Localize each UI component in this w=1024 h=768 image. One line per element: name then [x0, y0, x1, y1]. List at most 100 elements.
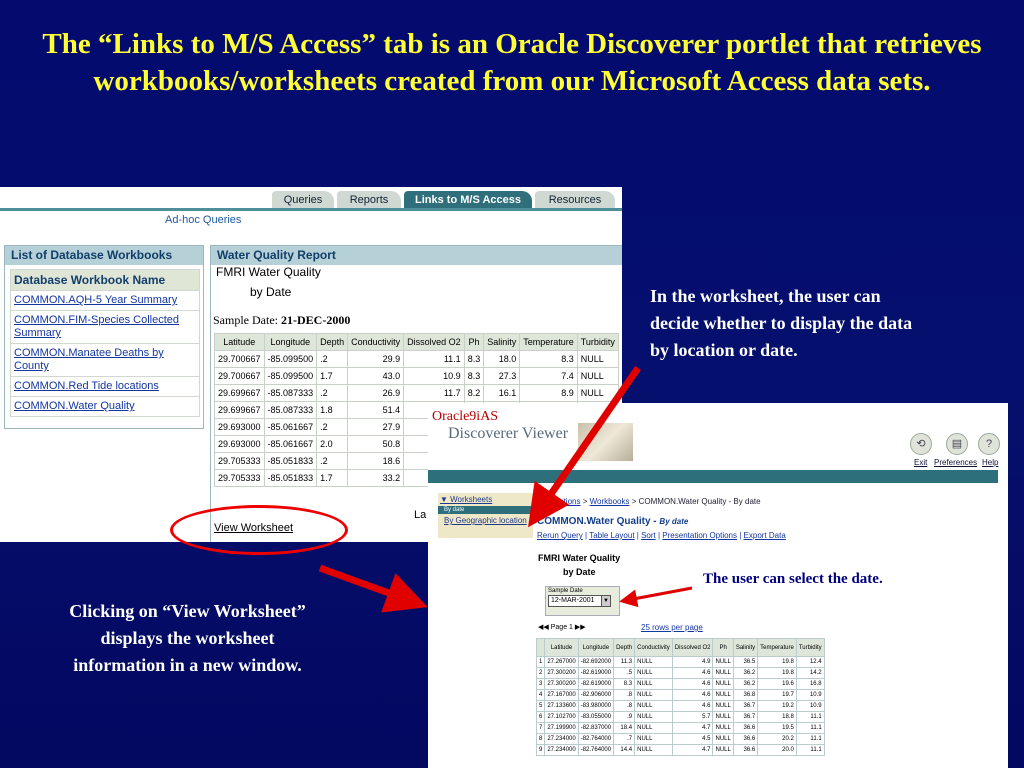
table-cell: NULL [576, 384, 619, 402]
workbook-link-manatee[interactable]: COMMON.Manatee Deaths by County [10, 343, 200, 377]
table-cell: 10.9 [795, 689, 825, 701]
table-cell: 36.6 [732, 722, 759, 734]
workbook-link-aqh[interactable]: COMMON.AQH-5 Year Summary [10, 290, 200, 311]
table-cell: 7 [535, 722, 546, 734]
column-header[interactable]: Latitude [544, 638, 579, 657]
table-cell: -85.061667 [263, 435, 318, 453]
table-cell: 36.6 [732, 744, 759, 756]
column-header[interactable]: Salinity [732, 638, 759, 657]
table-cell: NULL [634, 744, 673, 756]
table-cell: 33.2 [347, 469, 405, 487]
table-cell: .7 [613, 733, 636, 745]
table-cell: 51.4 [347, 401, 405, 419]
column-header[interactable]: Longitude [577, 638, 615, 657]
next-page-icon[interactable]: ▶▶ [575, 624, 586, 631]
table-cell: NULL [576, 350, 619, 368]
pager: ◀◀ Page 1 ▶▶ [538, 623, 586, 631]
table-cell: 16.8 [795, 678, 825, 690]
viewer-report-title: FMRI Water Quality [538, 553, 621, 563]
table-cell: 27.9 [347, 418, 405, 436]
arrow-to-new-window [318, 564, 428, 613]
column-header: Ph [463, 333, 485, 351]
portal-tab-bar: Queries Reports Links to M/S Access Reso… [0, 187, 622, 211]
exit-link[interactable]: Exit [914, 458, 927, 467]
column-header[interactable]: Conductivity [634, 638, 673, 657]
table-row: 6 27.102700 -83.055000.9 NULL 5.7 NULL 36.7 18.… [535, 711, 825, 723]
table-cell: 1.8 [316, 401, 349, 419]
table-cell: 36.7 [732, 711, 759, 723]
help-link[interactable]: Help [982, 458, 998, 467]
table-cell: 19.7 [757, 689, 797, 701]
table-cell: -82.764000 [577, 744, 615, 756]
exit-icon[interactable]: ⟲ [910, 433, 932, 455]
workbook-list-header: List of Database Workbooks [5, 246, 203, 265]
workbook-link-fim[interactable]: COMMON.FIM-Species Collected Summary [10, 310, 200, 344]
sidebar-item-worksheets[interactable]: ▼ Worksheets [438, 493, 533, 506]
table-row: 9 27.234000 -82.764000 14.4 NULL 4.7 NULL 36.6 2… [535, 744, 825, 756]
table-cell: NULL [634, 667, 673, 679]
chevron-down-icon[interactable]: ▼ [601, 595, 611, 607]
column-header[interactable]: Temperature [757, 638, 797, 657]
workbook-link-water-quality[interactable]: COMMON.Water Quality [10, 396, 200, 417]
previous-page-icon[interactable]: ◀◀ [538, 624, 549, 631]
tab-links-ms-access[interactable]: Links to M/S Access [404, 191, 532, 209]
table-cell: 8 [535, 733, 546, 745]
sort-link[interactable]: Sort [641, 531, 656, 540]
column-header[interactable]: Turbidity [795, 638, 825, 657]
select-date-note: The user can select the date. [703, 571, 883, 587]
table-cell: NULL [712, 700, 734, 712]
help-icon[interactable]: ? [978, 433, 1000, 455]
table-cell: 18.4 [613, 722, 636, 734]
table-row: 8 27.234000 -82.764000.7 NULL 4.5 NULL 36.6 20.… [535, 733, 825, 745]
table-cell: 36.2 [732, 667, 759, 679]
banner-image [578, 423, 633, 461]
table-cell: 27.300200 [544, 667, 579, 679]
breadcrumb-connections[interactable]: Connections [536, 497, 580, 506]
tab-reports[interactable]: Reports [337, 191, 401, 209]
water-quality-header: Water Quality Report [211, 246, 622, 265]
export-data-link[interactable]: Export Data [744, 531, 786, 540]
table-cell: 5 [535, 700, 546, 712]
table-cell: 12.4 [795, 656, 825, 668]
column-header: Dissolved O2 [403, 333, 465, 351]
table-cell: -85.087333 [263, 384, 318, 402]
tab-queries[interactable]: Queries [272, 191, 334, 209]
sample-date-value: 21-DEC-2000 [280, 313, 351, 327]
worksheet-title-text: COMMON.Water Quality - [537, 516, 657, 527]
table-cell: NULL [634, 733, 673, 745]
column-header: Conductivity [347, 333, 405, 351]
table-cell: NULL [634, 689, 673, 701]
page-label: Page 1 [550, 624, 573, 631]
preferences-link[interactable]: Preferences [934, 458, 977, 467]
view-worksheet-note: Clicking on “View Worksheet” displays th… [69, 601, 306, 675]
table-cell: 8.3 [519, 350, 578, 368]
table-cell: 36.7 [732, 700, 759, 712]
table-cell: 4.5 [671, 733, 714, 745]
rows-per-page-link[interactable]: 25 rows per page [641, 623, 703, 632]
table-cell: 36.6 [732, 733, 759, 745]
column-header[interactable]: Ph [712, 638, 734, 657]
sidebar-item-by-date[interactable]: By date [438, 506, 533, 514]
rerun-query-link[interactable]: Rerun Query [537, 531, 583, 540]
column-header[interactable]: Dissolved O2 [671, 638, 714, 657]
workbook-link-red-tide[interactable]: COMMON.Red Tide locations [10, 376, 200, 397]
preferences-icon[interactable]: ▤ [946, 433, 968, 455]
table-cell: 4.7 [671, 744, 714, 756]
column-header: Longitude [263, 333, 318, 351]
table-cell: 4.6 [671, 678, 714, 690]
sample-date-selector: Sample Date 12-MAR-2001 ▼ [545, 586, 620, 616]
sample-date-dropdown[interactable]: 12-MAR-2001 ▼ [548, 595, 611, 607]
table-cell: 11.3 [613, 656, 636, 668]
sample-date-label: Sample Date: [213, 313, 278, 327]
tab-resources[interactable]: Resources [535, 191, 615, 209]
column-header: Turbidity [576, 333, 619, 351]
view-worksheet-highlight-oval [170, 505, 348, 555]
table-row: 29.700667 -85.099500 1.7 43.0 10.9 8.3 27.3 7.4… [214, 367, 619, 385]
table-cell: .2 [316, 452, 349, 470]
table-cell: NULL [634, 722, 673, 734]
sidebar-item-by-location[interactable]: By Geographic location [438, 514, 533, 527]
presentation-options-link[interactable]: Presentation Options [662, 531, 737, 540]
column-header[interactable]: Depth [613, 638, 636, 657]
table-layout-link[interactable]: Table Layout [589, 531, 634, 540]
breadcrumb-workbooks[interactable]: Workbooks [590, 497, 630, 506]
